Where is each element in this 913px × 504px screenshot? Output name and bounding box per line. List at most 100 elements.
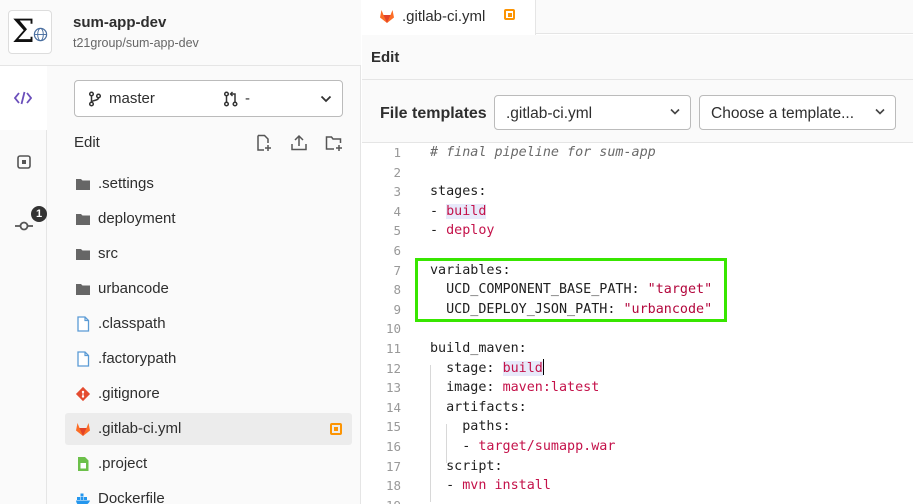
line-number: 5 — [393, 223, 401, 239]
folder-icon — [76, 284, 90, 295]
code-line[interactable]: 5 - deploy — [362, 221, 913, 241]
template-type-dropdown[interactable]: .gitlab-ci.yml — [494, 95, 691, 130]
code-content: - build — [430, 202, 487, 222]
code-content: image: maven:latest — [430, 378, 599, 398]
folder-icon — [76, 249, 90, 260]
line-number: 7 — [393, 262, 401, 278]
review-icon — [16, 155, 31, 169]
template-type-value: .gitlab-ci.yml — [506, 105, 593, 122]
code-key: script: — [430, 458, 503, 474]
new-folder-icon — [325, 136, 342, 151]
code-line[interactable]: 16 - target/sumapp.war — [362, 437, 913, 457]
code-key: artifacts: — [430, 399, 527, 415]
file-tree-panel: master - Edit .settings deployment src u… — [47, 66, 361, 504]
code-content: stages: — [430, 182, 486, 202]
code-content: # final pipeline for sum-app — [430, 143, 656, 163]
code-key: - — [430, 203, 447, 219]
code-content: - deploy — [430, 221, 495, 241]
code-line[interactable]: 14 artifacts: — [362, 398, 913, 418]
code-line[interactable]: 18 - mvn install — [362, 476, 913, 496]
tree-item-label: .factorypath — [98, 350, 177, 367]
globe-icon — [33, 27, 48, 42]
project-name[interactable]: sum-app-dev — [73, 14, 166, 31]
line-number: 16 — [385, 439, 401, 454]
code-key: - — [430, 478, 463, 494]
code-comment: # final pipeline for sum-app — [430, 145, 656, 160]
project-header: Σ sum-app-dev t21group/sum-app-dev — [0, 0, 361, 66]
highlight-box — [415, 258, 727, 322]
code-line[interactable]: 11 build_maven: — [362, 339, 913, 359]
code-key: build_maven: — [430, 341, 527, 356]
tree-item-classpath[interactable]: .classpath — [65, 308, 352, 340]
tree-item-label: deployment — [98, 210, 176, 227]
code-key: paths: — [430, 419, 511, 435]
chevron-down-icon — [320, 95, 332, 103]
git-icon — [75, 386, 91, 402]
code-line[interactable]: 2 — [362, 163, 913, 183]
tree-item-label: .gitignore — [98, 385, 160, 402]
line-number: 15 — [385, 419, 401, 435]
tree-item-factorypath[interactable]: .factorypath — [65, 343, 352, 375]
merge-request-icon — [223, 91, 238, 107]
tree-item-gitignore[interactable]: .gitignore — [65, 378, 352, 410]
template-choice-dropdown[interactable]: Choose a template... — [699, 95, 896, 130]
tree-item-deployment[interactable]: deployment — [65, 203, 352, 235]
tree-item-gitlab-ci[interactable]: .gitlab-ci.yml — [65, 413, 352, 445]
merge-request-value: - — [245, 90, 250, 107]
file-templates-label: File templates — [380, 105, 487, 122]
branch-selector[interactable]: master - — [74, 80, 343, 117]
text-cursor — [542, 358, 544, 375]
tree-item-label: src — [98, 245, 118, 262]
code-key: - — [430, 223, 447, 239]
file-icon — [77, 351, 90, 367]
new-file-icon — [257, 134, 271, 151]
code-line[interactable]: 1 # final pipeline for sum-app — [362, 143, 913, 163]
code-line[interactable]: 17 script: — [362, 457, 913, 477]
line-number: 18 — [385, 478, 401, 494]
tab-gitlab-ci-yml[interactable]: .gitlab-ci.yml — [362, 0, 536, 35]
code-content: build_maven: — [430, 339, 527, 359]
code-content: - target/sumapp.war — [430, 437, 615, 457]
folder-icon — [76, 179, 90, 190]
code-value: deploy — [446, 223, 495, 239]
new-file-button[interactable] — [255, 134, 275, 154]
tree-item-dockerfile[interactable]: Dockerfile — [65, 483, 352, 504]
code-key: stage: — [430, 360, 503, 376]
project-avatar[interactable]: Σ — [8, 10, 52, 54]
code-key: - — [430, 439, 479, 454]
line-number: 2 — [393, 164, 401, 180]
activity-edit-button[interactable] — [0, 66, 47, 130]
code-line[interactable]: 12 stage: build — [362, 358, 913, 379]
line-number: 13 — [385, 380, 401, 396]
code-line[interactable]: 15 paths: — [362, 417, 913, 437]
tab-label: .gitlab-ci.yml — [402, 8, 486, 25]
tab-edit-mode[interactable]: Edit — [371, 49, 399, 66]
tree-item-urbancode[interactable]: urbancode — [65, 273, 352, 305]
line-number: 4 — [393, 203, 401, 219]
line-number: 8 — [393, 282, 401, 298]
code-line[interactable]: 19 — [362, 496, 913, 504]
chevron-down-icon — [875, 108, 885, 115]
folder-icon — [76, 214, 90, 225]
activity-commit-button[interactable] — [0, 194, 47, 258]
tree-title: Edit — [74, 134, 100, 151]
code-line[interactable]: 13 image: maven:latest — [362, 378, 913, 398]
tree-item-label: urbancode — [98, 280, 169, 297]
line-number: 14 — [385, 399, 401, 415]
upload-file-button[interactable] — [290, 134, 310, 154]
code-editor[interactable]: 1 # final pipeline for sum-app 2 3 stages: 4 -… — [362, 143, 913, 504]
modified-status-icon — [504, 9, 515, 20]
line-number: 17 — [385, 458, 401, 474]
new-directory-button[interactable] — [325, 134, 345, 154]
tree-item-project[interactable]: .project — [65, 448, 352, 480]
code-line[interactable]: 4 - build — [362, 202, 913, 222]
line-number: 19 — [362, 496, 401, 504]
branch-icon — [88, 91, 102, 107]
tree-item-settings[interactable]: .settings — [65, 168, 352, 200]
line-number: 12 — [385, 360, 401, 376]
code-content: paths: — [430, 417, 511, 437]
activity-review-button[interactable] — [0, 130, 47, 194]
code-line[interactable]: 3 stages: — [362, 182, 913, 202]
tree-item-src[interactable]: src — [65, 238, 352, 270]
code-line[interactable]: 10 — [362, 319, 913, 339]
